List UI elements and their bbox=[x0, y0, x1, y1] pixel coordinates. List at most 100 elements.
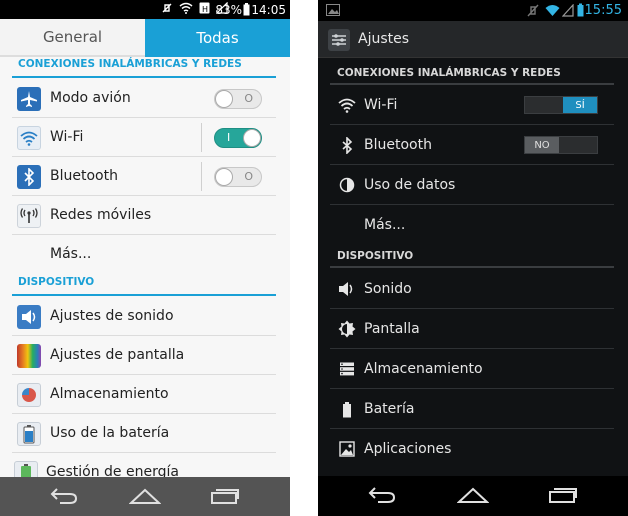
brightness-icon bbox=[338, 320, 356, 338]
wifi-toggle[interactable]: I bbox=[214, 128, 262, 148]
app-title: Ajustes bbox=[358, 31, 410, 47]
tab-todas-label: Todas bbox=[196, 29, 239, 47]
tab-general[interactable]: General bbox=[0, 19, 145, 57]
section-header-device: DISPOSITIVO bbox=[0, 276, 290, 296]
storage-icon bbox=[17, 383, 41, 407]
settings-app-icon[interactable] bbox=[328, 29, 350, 51]
apps-icon bbox=[338, 440, 356, 458]
wifi-icon bbox=[338, 96, 356, 114]
settings-tabs: General Todas bbox=[0, 19, 290, 57]
action-bar: Ajustes bbox=[318, 21, 628, 58]
item-label: Wi-Fi bbox=[50, 129, 84, 145]
item-label: Aplicaciones bbox=[364, 441, 452, 457]
list-item-more[interactable]: Más... bbox=[0, 235, 290, 274]
airplane-mode-toggle[interactable]: O bbox=[214, 89, 262, 109]
list-item-storage[interactable]: Almacenamiento bbox=[0, 375, 290, 414]
home-icon[interactable] bbox=[457, 486, 489, 504]
item-label: Más... bbox=[50, 246, 92, 262]
item-label: Pantalla bbox=[364, 321, 420, 337]
item-label: Ajustes de sonido bbox=[50, 308, 174, 324]
list-item-sound-settings[interactable]: Ajustes de sonido bbox=[0, 297, 290, 336]
signal-h-icon: H bbox=[199, 2, 210, 14]
list-item-more[interactable]: Más... bbox=[318, 205, 628, 245]
recent-apps-icon[interactable] bbox=[210, 487, 240, 505]
back-icon[interactable] bbox=[368, 486, 396, 504]
list-item-bluetooth[interactable]: Bluetooth NO bbox=[318, 125, 628, 165]
data-usage-icon bbox=[338, 176, 356, 194]
wifi-status-icon bbox=[179, 2, 193, 14]
section-title: DISPOSITIVO bbox=[18, 276, 95, 288]
navigation-bar bbox=[0, 477, 290, 516]
bluetooth-switch[interactable]: NO bbox=[524, 136, 598, 154]
section-header-device: DISPOSITIVO bbox=[318, 244, 628, 268]
display-icon bbox=[17, 344, 41, 368]
section-header-wireless: CONEXIONES INALÁMBRICAS Y REDES bbox=[0, 58, 290, 78]
list-item-wifi[interactable]: Wi-Fi SÍ bbox=[318, 85, 628, 125]
item-label: Ajustes de pantalla bbox=[50, 347, 185, 363]
tab-general-label: General bbox=[42, 28, 103, 46]
list-item-display-settings[interactable]: Ajustes de pantalla bbox=[0, 336, 290, 375]
battery-usage-icon bbox=[17, 422, 41, 446]
vibrate-off-icon bbox=[162, 3, 172, 13]
mobile-network-icon bbox=[17, 204, 41, 228]
item-label: Batería bbox=[364, 401, 415, 417]
status-time: 15:55 bbox=[584, 3, 622, 18]
battery-icon bbox=[338, 400, 356, 418]
battery-percentage: 83% bbox=[215, 3, 242, 17]
home-icon[interactable] bbox=[129, 487, 161, 505]
item-label: Wi-Fi bbox=[364, 97, 398, 113]
list-item-airplane-mode[interactable]: Modo avión O bbox=[0, 79, 290, 118]
list-item-apps[interactable]: Aplicaciones bbox=[318, 429, 628, 469]
item-label: Redes móviles bbox=[50, 207, 152, 223]
item-label: Modo avión bbox=[50, 90, 131, 106]
left-phone-screen: H 83% 14:05 General Todas CONEXIONES INA… bbox=[0, 0, 290, 516]
list-item-mobile-networks[interactable]: Redes móviles bbox=[0, 196, 290, 235]
section-divider bbox=[12, 76, 276, 78]
section-title: CONEXIONES INALÁMBRICAS Y REDES bbox=[18, 58, 242, 70]
list-item-display[interactable]: Pantalla bbox=[318, 309, 628, 349]
screenshot-notification-icon bbox=[326, 4, 340, 16]
section-divider bbox=[330, 266, 614, 268]
item-label: Bluetooth bbox=[50, 168, 118, 184]
svg-text:H: H bbox=[202, 5, 208, 14]
speaker-icon bbox=[338, 280, 356, 298]
battery-icon bbox=[243, 3, 250, 16]
bluetooth-toggle[interactable]: O bbox=[214, 167, 262, 187]
list-item-bluetooth[interactable]: Bluetooth O bbox=[0, 157, 290, 196]
storage-icon bbox=[338, 360, 356, 378]
status-bar: H 83% 14:05 bbox=[0, 0, 290, 19]
item-label: Almacenamiento bbox=[364, 361, 483, 377]
vibrate-off-icon bbox=[527, 4, 539, 17]
navigation-bar bbox=[318, 476, 628, 516]
recent-apps-icon[interactable] bbox=[548, 486, 578, 504]
item-label: Bluetooth bbox=[364, 137, 432, 153]
list-item-storage[interactable]: Almacenamiento bbox=[318, 349, 628, 389]
section-divider bbox=[12, 294, 276, 296]
item-label: Uso de datos bbox=[364, 177, 456, 193]
list-item-battery-usage[interactable]: Uso de la batería bbox=[0, 414, 290, 453]
list-item-data-usage[interactable]: Uso de datos bbox=[318, 165, 628, 205]
item-label: Más... bbox=[364, 217, 406, 233]
back-icon[interactable] bbox=[50, 487, 78, 505]
list-item-battery[interactable]: Batería bbox=[318, 389, 628, 429]
signal-strength-icon bbox=[562, 4, 574, 17]
wifi-status-icon bbox=[545, 5, 560, 16]
item-label: Sonido bbox=[364, 281, 412, 297]
section-header-wireless: CONEXIONES INALÁMBRICAS Y REDES bbox=[318, 61, 628, 85]
item-label: Uso de la batería bbox=[50, 425, 170, 441]
wifi-icon bbox=[17, 126, 41, 150]
right-phone-screen: 15:55 Ajustes CONEXIONES INALÁMBRICAS Y … bbox=[318, 0, 628, 516]
section-title: CONEXIONES INALÁMBRICAS Y REDES bbox=[337, 67, 561, 79]
wifi-switch[interactable]: SÍ bbox=[524, 96, 598, 114]
speaker-icon bbox=[17, 305, 41, 329]
list-item-wifi[interactable]: Wi-Fi I bbox=[0, 118, 290, 157]
item-label: Almacenamiento bbox=[50, 386, 169, 402]
battery-icon bbox=[577, 3, 584, 17]
bluetooth-icon bbox=[338, 136, 356, 154]
status-bar: 15:55 bbox=[318, 0, 628, 21]
airplane-icon bbox=[17, 87, 41, 111]
list-item-sound[interactable]: Sonido bbox=[318, 269, 628, 309]
bluetooth-icon bbox=[17, 165, 41, 189]
tab-todas[interactable]: Todas bbox=[145, 19, 290, 57]
status-time: 14:05 bbox=[251, 3, 286, 17]
